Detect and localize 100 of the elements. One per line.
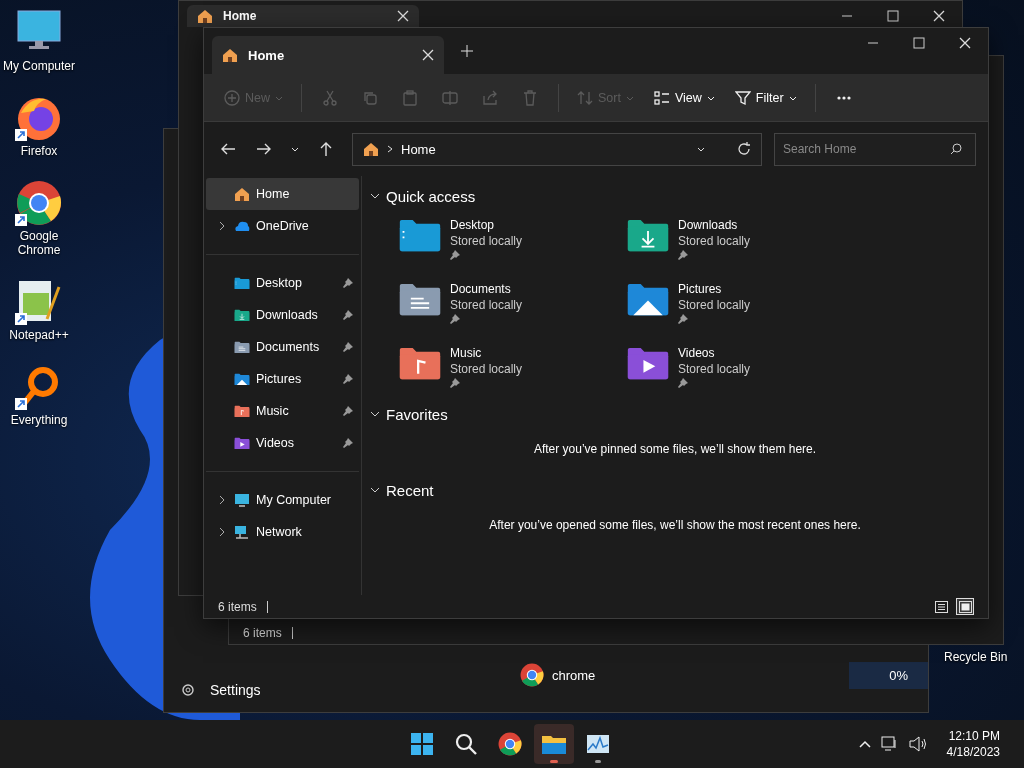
search-field[interactable]: Search Home bbox=[774, 132, 976, 166]
filter-button[interactable]: Filter bbox=[726, 83, 805, 112]
monitor-icon bbox=[17, 10, 61, 50]
desktop-icon-label: Notepad++ bbox=[9, 328, 69, 342]
chevron-right-icon[interactable] bbox=[219, 495, 225, 505]
back-arrow-icon bbox=[220, 141, 236, 157]
scissors-icon bbox=[322, 89, 338, 106]
folder-status: Stored locally bbox=[450, 298, 523, 312]
address-bar[interactable]: Home bbox=[352, 132, 762, 166]
chevron-right-icon bbox=[387, 145, 393, 153]
documents-folder-icon bbox=[234, 340, 250, 354]
plus-circle-icon bbox=[224, 89, 240, 106]
desktop-icon-label[interactable]: Recycle Bin bbox=[944, 650, 1008, 664]
caret-icon bbox=[697, 145, 705, 153]
tiles-view-button[interactable] bbox=[956, 598, 974, 615]
sidebar-item[interactable]: Videos bbox=[206, 427, 359, 459]
folder-status: Stored locally bbox=[450, 234, 523, 248]
sidebar-item[interactable]: My Computer bbox=[206, 484, 359, 516]
settings-icon bbox=[180, 682, 196, 698]
view-button[interactable]: View bbox=[645, 83, 723, 112]
details-view-button[interactable] bbox=[932, 598, 950, 615]
item-count: 6 items bbox=[243, 625, 282, 640]
maximize-icon bbox=[887, 10, 899, 22]
chrome-icon bbox=[16, 180, 62, 226]
window-tab[interactable]: Home bbox=[212, 36, 444, 74]
sidebar-item[interactable]: Network bbox=[206, 516, 359, 548]
documents-folder-icon bbox=[398, 282, 442, 318]
sidebar-item[interactable]: OneDrive bbox=[206, 210, 359, 242]
chevron-right-icon[interactable] bbox=[219, 221, 225, 231]
copy-icon bbox=[362, 89, 378, 106]
settings-label[interactable]: Settings bbox=[210, 682, 261, 698]
window-tab[interactable]: Home bbox=[187, 5, 419, 27]
desktop-shortcut[interactable]: Everything bbox=[0, 362, 78, 427]
close-icon bbox=[397, 10, 409, 22]
process-name: chrome bbox=[552, 667, 597, 683]
music-folder-icon bbox=[234, 404, 250, 418]
sidebar-item[interactable]: Pictures bbox=[206, 363, 359, 395]
sort-icon bbox=[577, 89, 593, 106]
close-icon bbox=[933, 10, 945, 22]
folder-name: Pictures bbox=[678, 282, 723, 296]
tiles-view-icon bbox=[958, 600, 972, 613]
rename-icon bbox=[442, 89, 458, 106]
folder-name: Downloads bbox=[678, 218, 739, 232]
folder-tile[interactable]: Documents Stored locally bbox=[398, 282, 626, 324]
folder-status: Stored locally bbox=[678, 362, 751, 376]
speaker-icon bbox=[908, 736, 927, 752]
search-icon bbox=[950, 143, 962, 155]
folder-tile[interactable]: Music Stored locally bbox=[398, 346, 626, 388]
desktop-icon-label: Google Chrome bbox=[16, 229, 62, 257]
sidebar-item[interactable]: Documents bbox=[206, 331, 359, 363]
firefox-icon bbox=[16, 95, 62, 141]
music-folder-icon bbox=[398, 346, 442, 382]
section-header[interactable]: Quick access bbox=[370, 184, 980, 208]
folder-name: Videos bbox=[678, 346, 716, 360]
pictures-folder-icon bbox=[234, 372, 250, 386]
caret-icon bbox=[291, 145, 299, 153]
desktop-shortcut[interactable]: Firefox bbox=[0, 93, 78, 158]
clipboard-icon bbox=[402, 89, 418, 106]
sidebar-item[interactable]: Downloads bbox=[206, 299, 359, 331]
maximize-icon bbox=[913, 37, 925, 49]
empty-message: After you’ve opened some files, we’ll show the most recent ones here. bbox=[488, 517, 862, 534]
filter-icon bbox=[734, 89, 751, 106]
chevron-right-icon[interactable] bbox=[219, 527, 225, 537]
folder-tile[interactable]: Downloads Stored locally bbox=[626, 218, 854, 260]
desktop-shortcut[interactable]: My Computer bbox=[0, 8, 78, 73]
desktop-icon-label: Everything bbox=[10, 413, 68, 427]
sidebar-item[interactable]: Home bbox=[206, 178, 359, 210]
folder-name: Music bbox=[450, 346, 483, 360]
desktop-shortcut[interactable]: Notepad++ bbox=[0, 277, 78, 342]
folder-tile[interactable]: Videos Stored locally bbox=[626, 346, 854, 388]
desktop-shortcut[interactable]: Google Chrome bbox=[0, 178, 78, 257]
downloads-folder-icon bbox=[626, 218, 670, 254]
more-icon bbox=[836, 95, 851, 100]
folder-tile[interactable]: Desktop Stored locally bbox=[398, 218, 626, 260]
desktop-icon-label: Firefox bbox=[20, 144, 58, 158]
videos-folder-icon bbox=[234, 436, 250, 450]
downloads-folder-icon bbox=[234, 308, 250, 322]
section-header[interactable]: Recent bbox=[370, 478, 980, 502]
network-icon bbox=[880, 736, 899, 752]
view-icon bbox=[653, 89, 670, 106]
network-icon bbox=[234, 524, 250, 540]
clock-date: 4/18/2023 bbox=[946, 744, 1000, 760]
folder-status: Stored locally bbox=[678, 234, 751, 248]
videos-folder-icon bbox=[626, 346, 670, 382]
plus-icon bbox=[461, 45, 473, 57]
close-icon bbox=[422, 49, 434, 61]
sidebar-item[interactable]: Desktop bbox=[206, 267, 359, 299]
windows-logo-icon bbox=[410, 732, 434, 756]
section-header[interactable]: Favorites bbox=[370, 402, 980, 426]
activity-chart-icon bbox=[586, 734, 610, 754]
house-icon bbox=[222, 47, 238, 63]
cpu-value: 0% bbox=[849, 661, 928, 689]
close-icon bbox=[959, 37, 971, 49]
item-count: 6 items bbox=[218, 599, 257, 614]
desktop-icon-label: My Computer bbox=[3, 59, 75, 73]
folder-status: Stored locally bbox=[678, 298, 751, 312]
folder-tile[interactable]: Pictures Stored locally bbox=[626, 282, 854, 324]
chrome-icon bbox=[498, 732, 522, 756]
taskbar-button[interactable] bbox=[534, 724, 574, 764]
sidebar-item[interactable]: Music bbox=[206, 395, 359, 427]
